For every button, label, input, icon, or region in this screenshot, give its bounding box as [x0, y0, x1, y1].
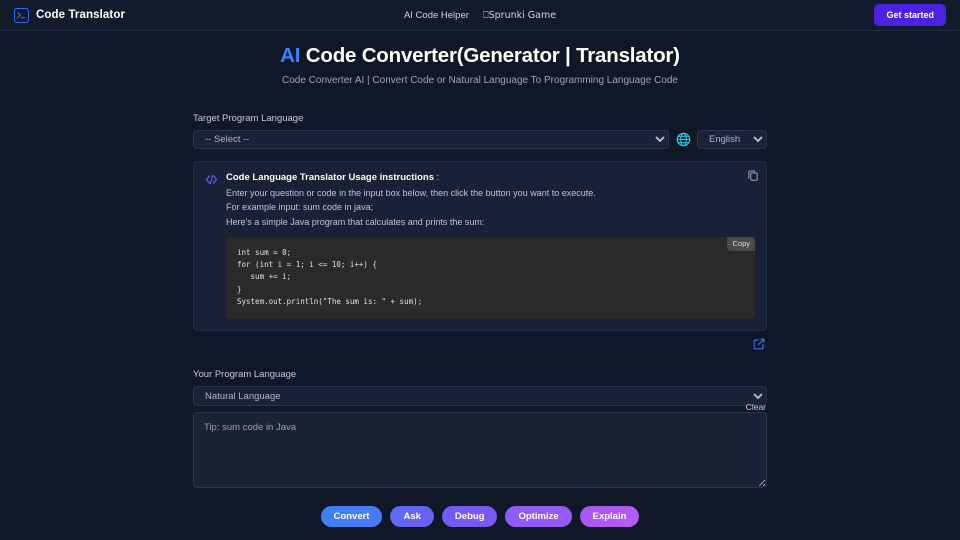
hero: AI Code Converter(Generator | Translator… — [0, 31, 960, 86]
target-language-section: Target Program Language -- Select -- Eng… — [193, 113, 767, 149]
page-title: AI Code Converter(Generator | Translator… — [0, 43, 960, 69]
ask-button[interactable]: Ask — [390, 506, 434, 528]
edit-row — [193, 338, 767, 350]
terminal-prompt-icon — [14, 7, 29, 23]
target-language-row: -- Select -- English — [193, 129, 767, 149]
brand[interactable]: Code Translator — [14, 7, 126, 23]
edit-square-icon[interactable] — [753, 338, 765, 350]
nav-link-ai-code-helper[interactable]: AI Code Helper — [404, 10, 469, 21]
input-wrapper: Clear — [193, 402, 767, 493]
instructions-body: Code Language Translator Usage instructi… — [226, 172, 755, 319]
instructions-card: Code Language Translator Usage instructi… — [193, 160, 767, 331]
target-language-select[interactable]: -- Select -- — [193, 129, 669, 149]
main-content: Target Program Language -- Select -- Eng… — [193, 113, 767, 528]
code-brackets-icon — [205, 172, 218, 319]
globe-icon[interactable] — [675, 131, 691, 147]
instructions-line-1: Enter your question or code in the input… — [226, 187, 596, 198]
get-started-button[interactable]: Get started — [874, 4, 946, 26]
target-language-label: Target Program Language — [193, 112, 304, 124]
instructions-line-3: Here's a simple Java program that calcul… — [226, 217, 485, 228]
instructions-title-text: Code Language Translator Usage instructi… — [226, 171, 434, 183]
ui-language-select[interactable]: English — [697, 129, 767, 149]
page-title-accent: AI — [280, 44, 301, 67]
clear-button[interactable]: Clear — [746, 402, 766, 412]
app-header: Code Translator AI Code Helper ⎕Sprunki … — [0, 0, 960, 31]
your-language-label: Your Program Language — [193, 368, 297, 380]
instructions-line-2: For example input: sum code in java; — [226, 202, 374, 213]
nav-link-sprunki-game[interactable]: ⎕Sprunki Game — [483, 10, 556, 21]
instructions-title: Code Language Translator Usage instructi… — [226, 172, 755, 183]
copy-icon[interactable] — [748, 170, 758, 181]
instructions-title-suffix: : — [433, 171, 440, 183]
code-input-textarea[interactable] — [193, 412, 767, 489]
main-nav: AI Code Helper ⎕Sprunki Game — [404, 10, 556, 21]
page-subtitle: Code Converter AI | Convert Code or Natu… — [282, 74, 678, 86]
your-language-select[interactable]: Natural Language — [193, 386, 767, 407]
your-language-section: Your Program Language Natural Language C… — [193, 369, 767, 494]
action-buttons: Convert Ask Debug Optimize Explain — [193, 506, 767, 528]
code-sample: int sum = 0; for (int i = 1; i <= 10; i+… — [237, 248, 423, 306]
brand-name: Code Translator — [36, 9, 126, 21]
optimize-button[interactable]: Optimize — [505, 506, 572, 528]
code-block: Copy int sum = 0; for (int i = 1; i <= 1… — [226, 237, 755, 319]
explain-button[interactable]: Explain — [579, 506, 640, 528]
debug-button[interactable]: Debug — [441, 506, 498, 528]
page-title-rest: Code Converter(Generator | Translator) — [300, 44, 680, 67]
convert-button[interactable]: Convert — [320, 506, 383, 528]
code-copy-button[interactable]: Copy — [727, 237, 755, 252]
